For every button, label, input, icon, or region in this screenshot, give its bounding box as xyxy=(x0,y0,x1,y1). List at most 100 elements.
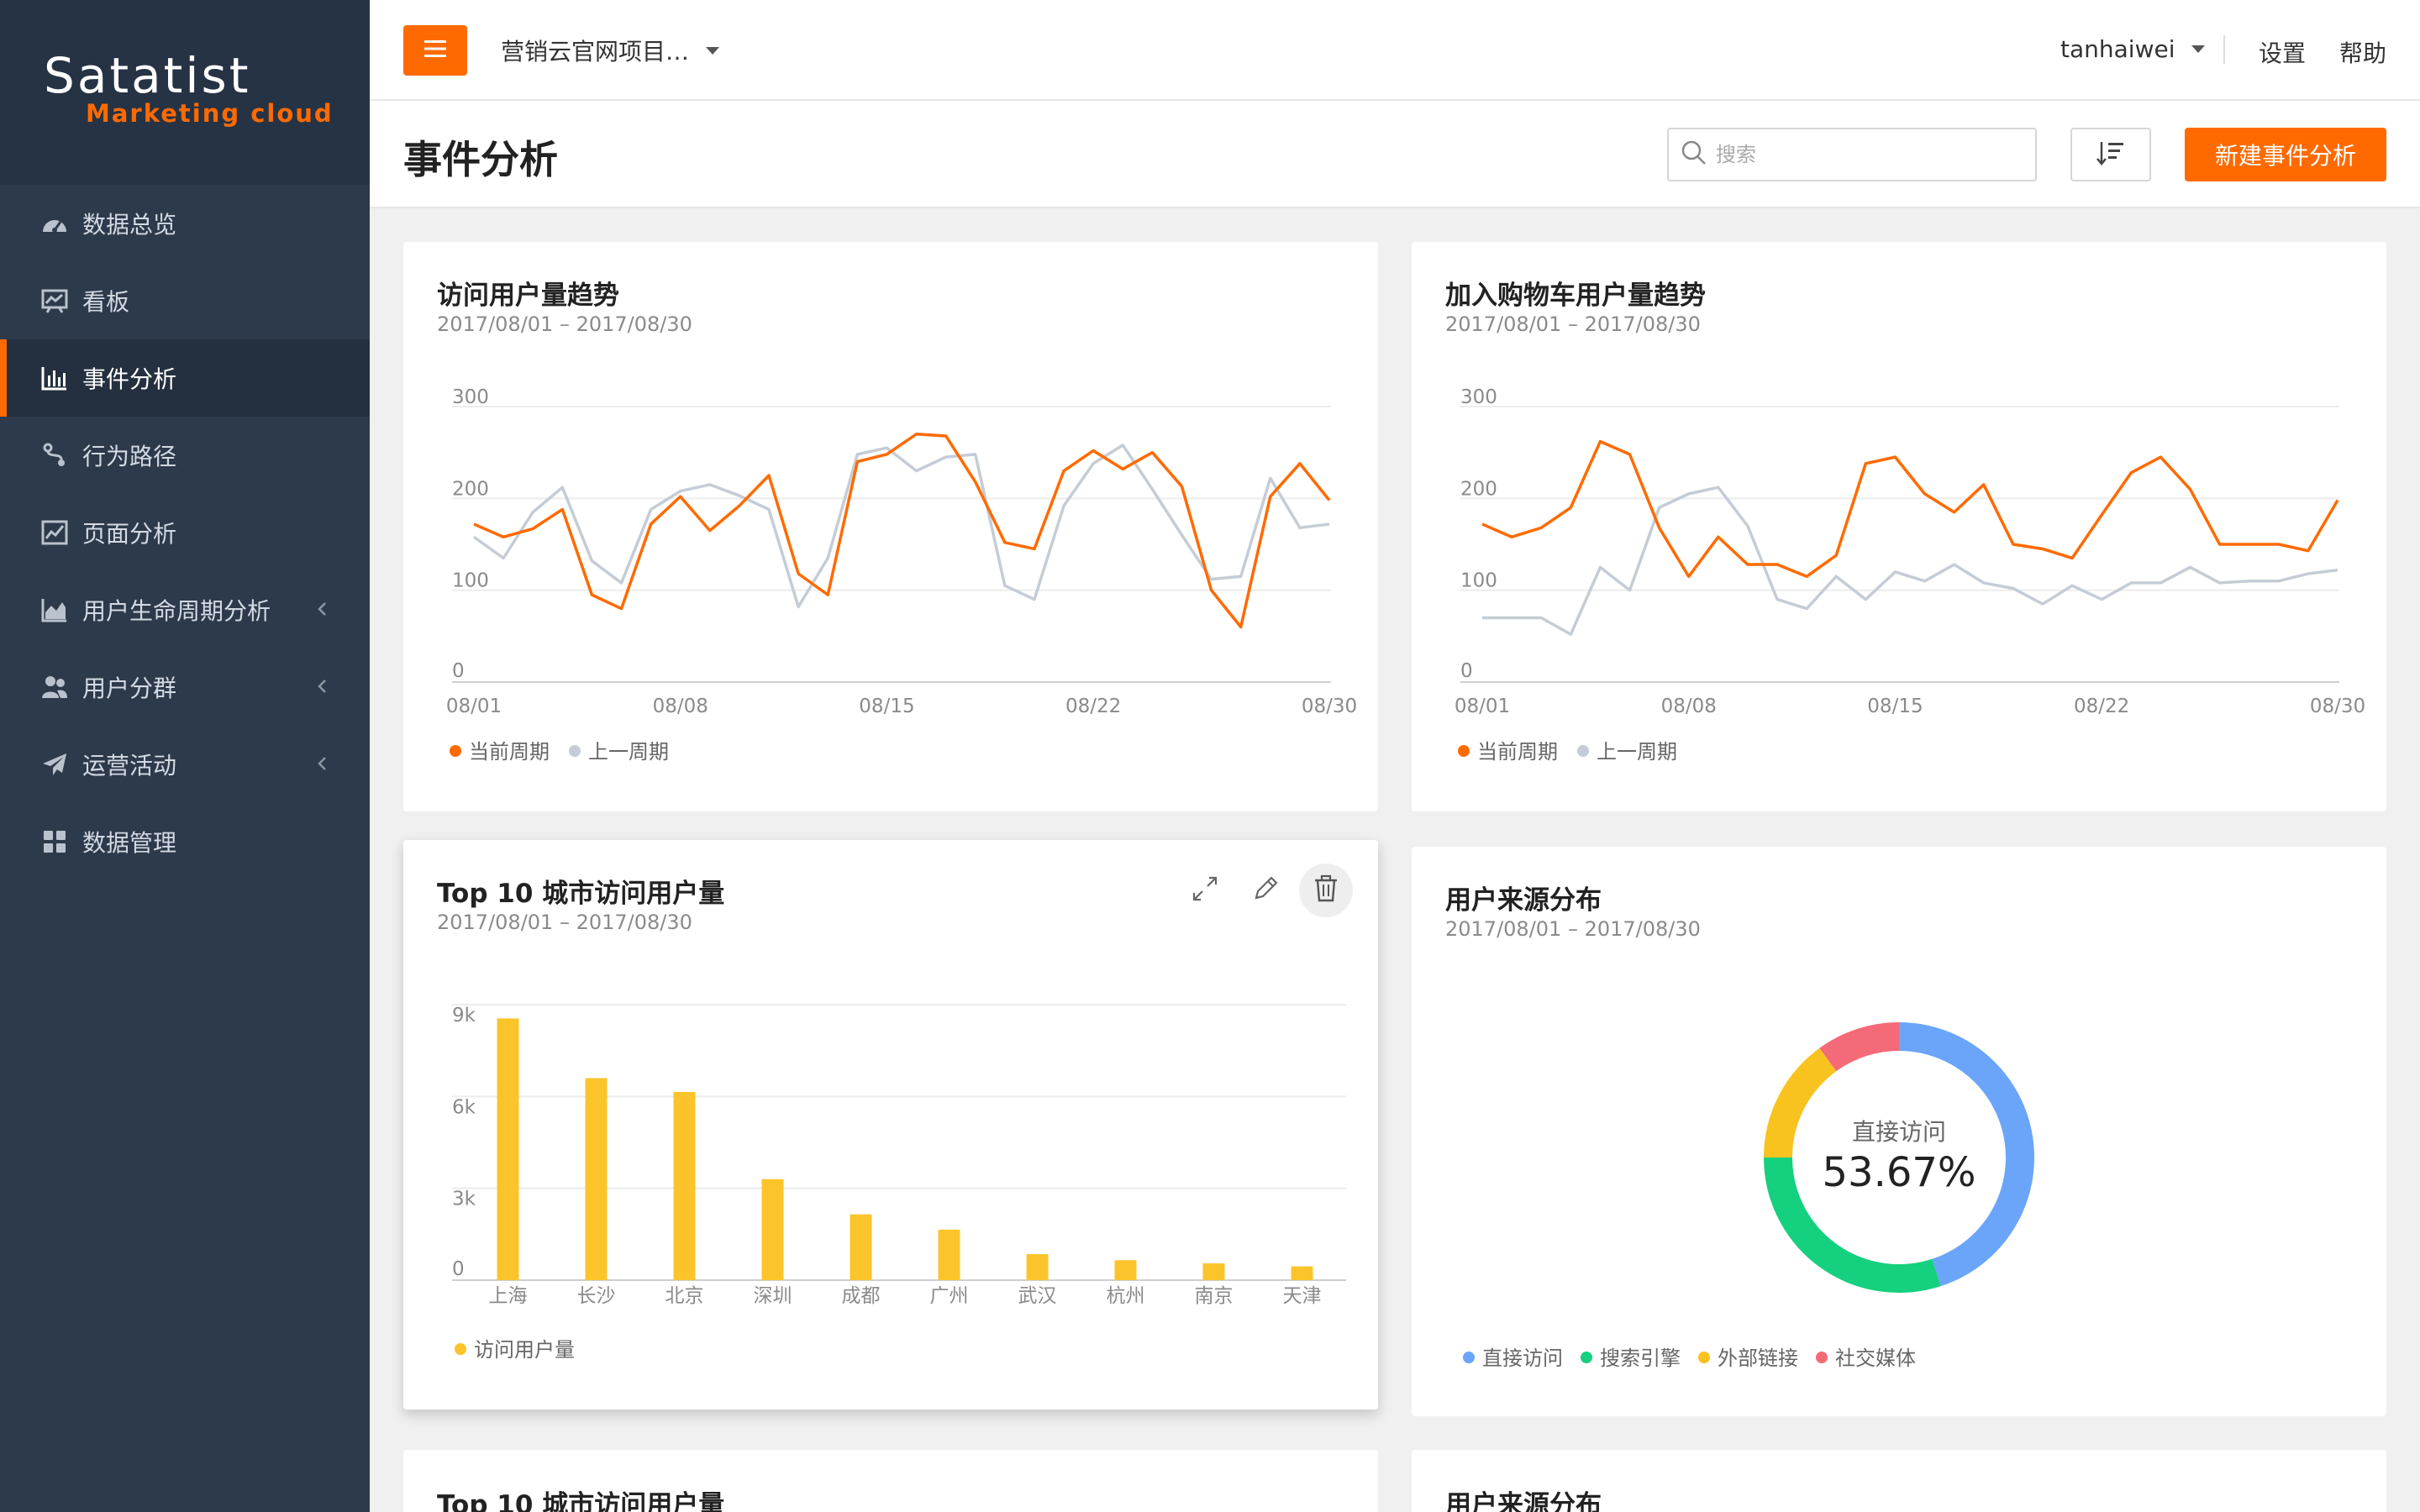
series-line xyxy=(473,433,1331,629)
sidebar-item-label: 看板 xyxy=(82,288,130,316)
expand-button[interactable] xyxy=(1178,864,1232,917)
bar xyxy=(1114,1260,1137,1280)
sidebar-item-event-analysis[interactable]: 事件分析 xyxy=(0,339,370,417)
card-title: Top 10 城市访问用户量 xyxy=(437,1490,725,1512)
sidebar-item-label: 运营活动 xyxy=(82,752,177,780)
legend-label: 社交媒体 xyxy=(1835,1347,1916,1370)
search-box[interactable] xyxy=(1667,128,2037,181)
grid-icon xyxy=(40,827,69,856)
bar xyxy=(1291,1266,1313,1280)
source-card: 用户来源分布 2017/08/01 – 2017/08/30 直接访问 搜索引擎外… xyxy=(1412,847,2386,1416)
sidebar-item-lifecycle[interactable]: 用户生命周期分析 xyxy=(0,571,370,648)
logo[interactable]: Satatist Marketing cloud xyxy=(0,0,370,185)
edit-button[interactable] xyxy=(1239,864,1292,917)
legend-marker xyxy=(1577,745,1589,757)
legend-marker xyxy=(1458,745,1470,757)
settings-link[interactable]: 设置 xyxy=(2259,35,2306,69)
x-tick-label: 长沙 xyxy=(577,1285,616,1307)
user-menu[interactable]: tanhaiwei xyxy=(2060,35,2206,63)
legend-marker xyxy=(455,1343,466,1355)
new-event-analysis-button[interactable]: 新建事件分析 xyxy=(2185,128,2386,181)
legend-marker xyxy=(569,745,581,757)
sidebar-item-label: 页面分析 xyxy=(82,520,177,548)
chevron-left-icon[interactable] xyxy=(309,596,334,622)
users-icon xyxy=(40,673,69,701)
legend-marker xyxy=(1581,1352,1592,1363)
trash-icon xyxy=(1313,874,1339,906)
legend-label: 当前周期 xyxy=(1477,740,1558,764)
hamburger-icon xyxy=(424,39,446,61)
chevron-left-icon[interactable] xyxy=(309,751,334,776)
y-tick-label: 100 xyxy=(1460,570,1497,592)
sort-icon xyxy=(2096,139,2126,170)
project-selector[interactable]: 营销云官网项目… xyxy=(501,34,720,67)
x-tick-label: 南京 xyxy=(1195,1285,1234,1307)
y-tick-label: 200 xyxy=(452,478,489,500)
sidebar-item-label: 行为路径 xyxy=(82,443,177,470)
top-cities-card-2: Top 10 城市访问用户量 xyxy=(403,1450,1378,1512)
sidebar-item-label: 事件分析 xyxy=(82,365,177,393)
search-input[interactable] xyxy=(1716,143,2018,166)
donut-center-label: 直接访问 xyxy=(1851,1118,1946,1146)
series-line xyxy=(1482,486,2338,636)
x-tick-label: 08/08 xyxy=(1661,696,1717,717)
y-tick-label: 0 xyxy=(452,660,465,682)
visit-trend-line-chart: 0 100 200 300 08/01 08/08 08/15 08/22 08/30 当前周期 上… xyxy=(446,386,1357,764)
donut-center-value: 53.67% xyxy=(1822,1149,1976,1196)
sidebar-item-segments[interactable]: 用户分群 xyxy=(0,648,370,726)
legend-label: 直接访问 xyxy=(1482,1347,1563,1370)
y-tick-label: 300 xyxy=(1460,386,1497,408)
sidebar-item-label: 数据管理 xyxy=(82,829,177,857)
x-tick-label: 08/22 xyxy=(2074,696,2129,717)
area-chart-icon xyxy=(40,596,69,624)
help-link[interactable]: 帮助 xyxy=(2339,35,2386,69)
expand-icon xyxy=(1191,874,1219,906)
x-tick-label: 08/22 xyxy=(1065,696,1121,717)
brand-name: Satatist xyxy=(44,47,251,104)
y-tick-label: 9k xyxy=(452,1005,476,1026)
legend-marker xyxy=(1463,1352,1475,1363)
sidebar-item-board[interactable]: 看板 xyxy=(0,262,370,339)
sort-button[interactable] xyxy=(2070,128,2151,181)
legend-label: 访问用户量 xyxy=(474,1338,575,1362)
x-tick-label: 杭州 xyxy=(1107,1285,1145,1307)
x-tick-label: 广州 xyxy=(930,1285,969,1307)
pencil-icon xyxy=(1251,874,1280,906)
menu-button[interactable] xyxy=(403,25,467,76)
sidebar-item-label: 数据总览 xyxy=(82,211,177,239)
series-line xyxy=(472,444,1330,609)
x-tick-label: 天津 xyxy=(1283,1285,1322,1307)
sidebar-nav: 数据总览 看板 事件分析 行为路径 页面分析 用户生命周期分析 用户分群 运营活… xyxy=(0,185,370,880)
bar xyxy=(938,1229,960,1280)
x-tick-label: 08/30 xyxy=(1302,696,1357,717)
cart-trend-card: 加入购物车用户量趋势 2017/08/01 – 2017/08/30 0 100 2… xyxy=(1412,242,2386,811)
chevron-left-icon[interactable] xyxy=(309,674,334,699)
legend-marker xyxy=(450,745,461,757)
legend-label: 外部链接 xyxy=(1718,1347,1798,1370)
y-tick-label: 100 xyxy=(452,570,489,592)
top-cities-card: Top 10 城市访问用户量 2017/08/01 – 2017/08/30 0… xyxy=(403,840,1378,1410)
cart-trend-line-chart: 0 100 200 300 08/01 08/08 08/15 08/22 08/30 当前周期 上… xyxy=(1455,386,2365,764)
y-tick-label: 200 xyxy=(1460,478,1497,500)
sidebar-item-page-analysis[interactable]: 页面分析 xyxy=(0,494,370,571)
sidebar-item-overview[interactable]: 数据总览 xyxy=(0,185,370,262)
path-icon xyxy=(40,441,69,470)
y-tick-label: 6k xyxy=(452,1096,476,1118)
x-tick-label: 08/30 xyxy=(2310,696,2365,717)
card-title: 用户来源分布 xyxy=(1445,1490,1602,1512)
delete-button[interactable] xyxy=(1299,864,1353,917)
bar xyxy=(585,1078,608,1280)
source-card-2: 用户来源分布 xyxy=(1412,1450,2386,1512)
x-tick-label: 武汉 xyxy=(1018,1285,1057,1307)
sidebar-item-campaigns[interactable]: 运营活动 xyxy=(0,726,370,803)
x-tick-label: 08/15 xyxy=(1867,696,1923,717)
legend-label: 上一周期 xyxy=(588,740,669,764)
sidebar-item-behavior-path[interactable]: 行为路径 xyxy=(0,417,370,494)
x-tick-label: 深圳 xyxy=(754,1285,792,1307)
bar xyxy=(1202,1263,1225,1280)
x-tick-label: 北京 xyxy=(666,1285,704,1307)
sidebar-item-data-management[interactable]: 数据管理 xyxy=(0,803,370,880)
top-cities-bar-chart: 0 3k 6k 9k 上海 长沙 北京 深圳 成都 广州 武汉 杭州 南京 天津访问用户量 xyxy=(452,1004,1346,1362)
card-toolbar xyxy=(1171,864,1353,917)
y-tick-label: 0 xyxy=(1460,660,1473,682)
